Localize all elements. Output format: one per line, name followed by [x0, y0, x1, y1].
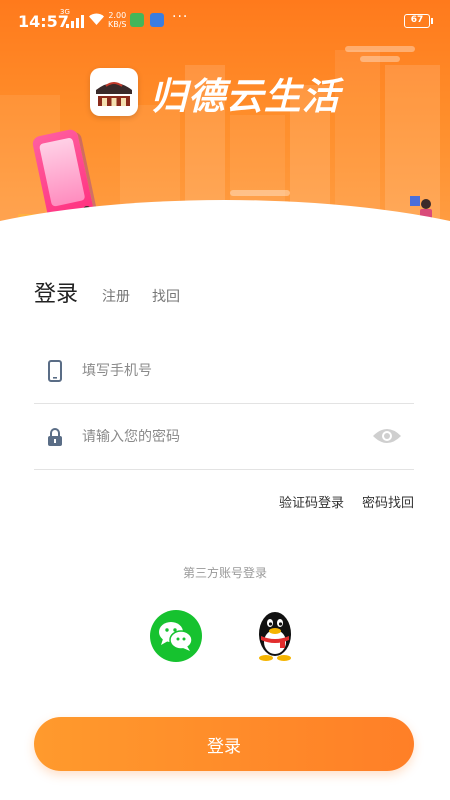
qq-login-button[interactable]: [250, 606, 300, 662]
password-input[interactable]: [82, 428, 414, 445]
wifi-icon: [89, 13, 104, 25]
auth-tabs: 登录 注册 找回: [34, 276, 202, 308]
ancient-gate-logo-icon: [96, 82, 132, 106]
phone-input[interactable]: [82, 362, 414, 379]
login-button[interactable]: 登录: [34, 717, 414, 771]
network-speed-unit: KB/S: [108, 20, 127, 29]
wechat-icon: [159, 622, 193, 651]
cloud-decoration: [230, 190, 290, 196]
eye-icon[interactable]: [372, 426, 402, 446]
cloud-decoration: [360, 56, 400, 62]
signal-icon: [66, 14, 84, 28]
qq-icon: [259, 612, 291, 661]
notification-app-icon: [150, 13, 164, 27]
phone-field: [34, 338, 414, 404]
more-notifications-icon: ···: [172, 9, 189, 25]
third-party-label: 第三方账号登录: [182, 566, 267, 580]
phone-icon: [44, 359, 66, 382]
building-silhouette: [335, 50, 380, 225]
battery-icon: 67: [404, 14, 433, 28]
cloud-decoration: [345, 46, 415, 52]
wechat-login-button[interactable]: [150, 610, 202, 662]
network-speed-value: 2.00: [108, 11, 127, 20]
banner-curve: [0, 200, 450, 265]
lock-icon: [44, 426, 66, 448]
status-bar: 14:57 3G 2.00 KB/S ··· 67: [0, 0, 450, 44]
password-field: [34, 404, 414, 470]
header-banner: 14:57 3G 2.00 KB/S ··· 67 归德云生活: [0, 0, 450, 265]
auth-links: 验证码登录 密码找回: [279, 492, 414, 511]
tab-recover[interactable]: 找回: [152, 286, 180, 306]
app-title: 归德云生活: [150, 75, 340, 118]
network-speed: 2.00 KB/S: [108, 11, 127, 29]
app-logo: [90, 68, 138, 116]
notification-app-icon: [130, 13, 144, 27]
sms-login-link[interactable]: 验证码登录: [279, 492, 344, 511]
tab-register[interactable]: 注册: [102, 286, 130, 306]
recover-password-link[interactable]: 密码找回: [362, 492, 414, 511]
tab-login[interactable]: 登录: [34, 276, 78, 308]
